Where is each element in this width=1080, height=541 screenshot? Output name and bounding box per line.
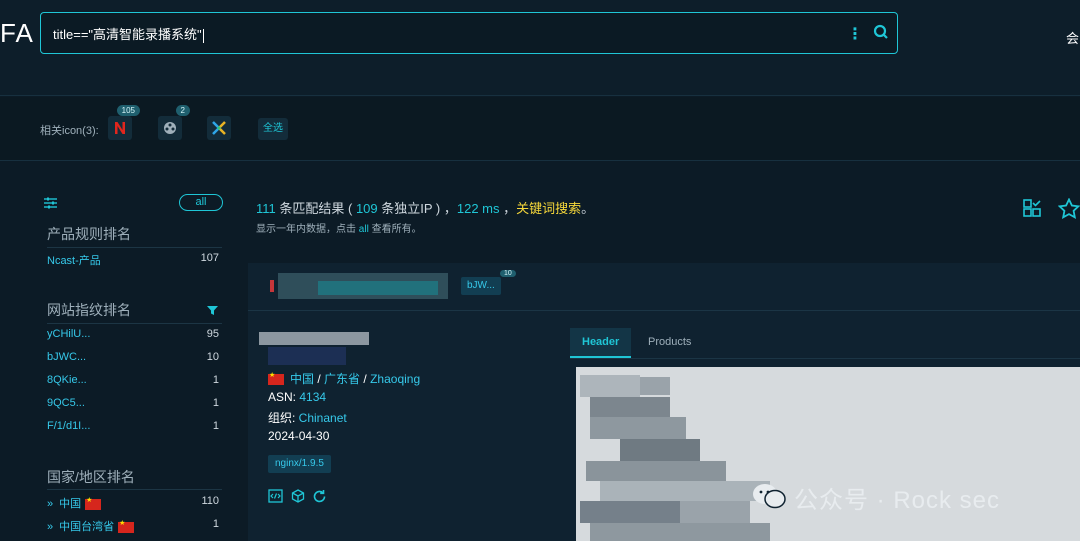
tab-header[interactable]: Header — [570, 328, 632, 358]
code-icon[interactable] — [268, 489, 283, 508]
refresh-icon[interactable] — [312, 489, 327, 509]
divider — [47, 247, 222, 248]
product-rank-item[interactable]: Ncast-产品 107 — [47, 250, 222, 268]
related-icon-n[interactable]: 105 — [108, 105, 140, 140]
product-rank-title: 产品规则排名 — [47, 226, 131, 242]
redacted-host — [270, 280, 274, 292]
server-tag[interactable]: nginx/1.9.5 — [268, 455, 331, 473]
filter-sliders-icon[interactable] — [44, 196, 57, 214]
location-line: 中国 / 广东省 / Zhaoqing — [268, 370, 420, 387]
country-rank-item[interactable]: »中国110 — [47, 493, 222, 511]
wechat-icon — [752, 482, 786, 515]
show-all-link[interactable]: all — [359, 224, 369, 235]
divider — [47, 489, 222, 490]
funnel-filter-icon[interactable] — [207, 303, 218, 321]
divider — [570, 358, 1080, 359]
country-rank-item[interactable]: »中国台湾省1 — [47, 516, 222, 534]
china-flag-icon — [118, 519, 135, 533]
fingerprint-tag[interactable]: bJW... — [461, 277, 501, 295]
keyword-search-link[interactable]: 关键词搜索 — [516, 201, 581, 216]
fingerprint-rank-item[interactable]: 9QC5... 1 — [47, 395, 222, 413]
search-icon[interactable] — [873, 24, 889, 45]
china-flag-icon — [268, 371, 284, 386]
fingerprint-rank-item[interactable]: bJWC... 10 — [47, 349, 222, 367]
redacted-host — [318, 281, 438, 295]
fingerprint-rank-item[interactable]: 8QKie... 1 — [47, 372, 222, 390]
asn-line: ASN: 4134 — [268, 390, 327, 404]
expand-chevron-icon: » — [47, 521, 54, 533]
expand-chevron-icon: » — [47, 498, 54, 510]
watermark-text: 公众号 · Rock sec — [794, 487, 1001, 514]
icon-count-badge: 2 — [175, 105, 190, 116]
more-options-icon[interactable]: ⋮ — [847, 24, 863, 44]
redacted-ip — [268, 347, 346, 365]
fingerprint-tag-badge: 10 — [500, 270, 516, 277]
search-box[interactable]: title=="高清智能录播系统" ⋮ — [40, 12, 898, 54]
search-input[interactable]: title=="高清智能录播系统" — [53, 24, 204, 43]
star-icon[interactable] — [1057, 197, 1080, 224]
sidebar: all 产品规则排名 Ncast-产品 107 网站指纹排名 yCHilU... 9… — [0, 162, 232, 541]
select-all-button[interactable]: 全选 — [258, 118, 288, 140]
app-logo[interactable]: FA — [0, 18, 34, 49]
china-flag-icon — [85, 496, 102, 510]
org-line: 组织: Chinanet — [268, 411, 347, 425]
member-link[interactable]: 会 — [1066, 28, 1080, 47]
date-line: 2024-04-30 — [268, 429, 330, 443]
country-rank-title: 国家/地区排名 — [47, 469, 135, 485]
grid-check-icon[interactable] — [1023, 199, 1041, 222]
result-summary: 111 条匹配结果 ( 109 条独立IP ) ，122 ms ，关键词搜索。 — [256, 201, 595, 216]
related-icon-x[interactable] — [207, 116, 231, 140]
tab-products[interactable]: Products — [636, 328, 703, 358]
fingerprint-rank-item[interactable]: yCHilU... 95 — [47, 326, 222, 344]
fingerprint-rank-title: 网站指纹排名 — [47, 302, 131, 318]
fingerprint-rank-item[interactable]: F/1/d1I... 1 — [47, 418, 222, 436]
divider — [47, 323, 222, 324]
related-icons-bar: 相关icon(3): 105 2 — [0, 97, 1080, 161]
icon-count-badge: 105 — [116, 105, 140, 116]
related-icons-label: 相关icon(3): — [40, 125, 99, 137]
result-card-header: bJW... 10 — [248, 263, 1080, 311]
top-bar: FA title=="高清智能录播系统" ⋮ 会 — [0, 0, 1080, 96]
related-icon-reel[interactable]: 2 — [158, 105, 190, 140]
cube-icon[interactable] — [291, 489, 305, 508]
result-subtext: 显示一年内数据，点击 all 查看所有。 — [256, 224, 422, 235]
all-toggle-button[interactable]: all — [179, 194, 223, 211]
redacted-ip[interactable] — [259, 332, 369, 345]
